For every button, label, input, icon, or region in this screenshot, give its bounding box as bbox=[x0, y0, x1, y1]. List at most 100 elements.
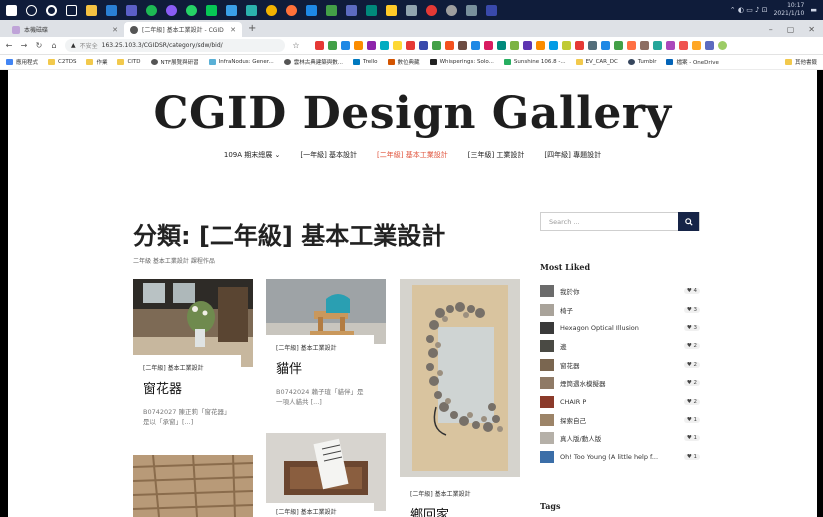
list-item[interactable]: 煙筒遇水模擬器 ♥ 2 bbox=[540, 374, 700, 392]
liked-post-title[interactable]: 煙筒遇水模擬器 bbox=[560, 378, 678, 388]
bookmark-item[interactable]: 雲林古典建築與數... bbox=[283, 58, 343, 66]
extension-icon[interactable] bbox=[393, 41, 402, 50]
extension-icon[interactable] bbox=[497, 41, 506, 50]
app-icon[interactable] bbox=[306, 4, 317, 16]
post-thumbnail[interactable] bbox=[540, 303, 554, 316]
bookmark-item[interactable]: 檔案 - OneDrive bbox=[666, 58, 719, 66]
liked-post-title[interactable]: Oh! Too Young (A little help f... bbox=[560, 453, 678, 461]
post-title[interactable]: 窗花器 bbox=[143, 378, 231, 397]
post-category[interactable]: [二年級] 基本工業設計 bbox=[276, 343, 364, 352]
bookmark-item[interactable]: 作業 bbox=[86, 58, 107, 66]
extension-icon[interactable] bbox=[536, 41, 545, 50]
windows-icon[interactable] bbox=[6, 4, 17, 16]
messenger-icon[interactable] bbox=[166, 4, 177, 16]
nav-item-year-4[interactable]: [四年級] 專題設計 bbox=[544, 150, 601, 160]
bookmark-item[interactable]: EV_CAR_DC bbox=[575, 59, 618, 65]
post-thumbnail[interactable] bbox=[540, 395, 554, 408]
liked-post-title[interactable]: 窗花器 bbox=[560, 360, 678, 370]
extension-icon[interactable] bbox=[341, 41, 350, 50]
liked-post-title[interactable]: 探索自己 bbox=[560, 415, 678, 425]
post-thumbnail[interactable] bbox=[540, 340, 554, 353]
app-icon[interactable] bbox=[346, 4, 357, 16]
app-icon[interactable] bbox=[386, 4, 397, 16]
post-title[interactable]: 鄉回家 bbox=[410, 504, 498, 517]
extension-icon[interactable] bbox=[705, 41, 714, 50]
post-card[interactable]: [二年級] 基本工業設計 bbox=[266, 433, 386, 517]
profile-avatar-icon[interactable] bbox=[718, 41, 727, 50]
app-icon[interactable] bbox=[426, 4, 437, 16]
list-item[interactable]: CHAIR P ♥ 2 bbox=[540, 392, 700, 410]
extension-icon[interactable] bbox=[380, 41, 389, 50]
bookmark-item[interactable]: Whisperings: Solo... bbox=[429, 59, 494, 65]
home-icon[interactable]: ⌂ bbox=[50, 41, 58, 50]
tab-local-disk[interactable]: 本機磁碟 ✕ bbox=[6, 22, 124, 37]
extension-icon[interactable] bbox=[679, 41, 688, 50]
bookmark-item[interactable]: 數位典藏 bbox=[387, 58, 420, 66]
extension-icon[interactable] bbox=[484, 41, 493, 50]
liked-post-title[interactable]: 邊 bbox=[560, 341, 678, 351]
firefox-icon[interactable] bbox=[286, 4, 297, 16]
site-title[interactable]: CGID Design Gallery bbox=[8, 88, 817, 139]
post-thumbnail[interactable] bbox=[540, 358, 554, 371]
extension-icon[interactable] bbox=[328, 41, 337, 50]
nav-item-year-3[interactable]: [三年級] 工業設計 bbox=[468, 150, 525, 160]
list-item[interactable]: 我於你 ♥ 4 bbox=[540, 282, 700, 300]
tab-cgid[interactable]: [二年級] 基本工業設計 - CGID ✕ bbox=[124, 22, 242, 37]
extension-icon[interactable] bbox=[315, 41, 324, 50]
extension-icon[interactable] bbox=[614, 41, 623, 50]
bookmark-item[interactable]: CITD bbox=[117, 59, 141, 65]
search-input[interactable]: Search ... bbox=[540, 212, 700, 231]
close-tab-icon[interactable]: ✕ bbox=[112, 26, 118, 34]
app-icon[interactable] bbox=[366, 4, 377, 16]
extension-icon[interactable] bbox=[458, 41, 467, 50]
search-icon[interactable] bbox=[26, 4, 37, 16]
extension-icon[interactable] bbox=[406, 41, 415, 50]
post-thumbnail[interactable] bbox=[540, 450, 554, 463]
post-thumbnail[interactable] bbox=[400, 279, 520, 477]
extension-icon[interactable] bbox=[653, 41, 662, 50]
bookmark-star-icon[interactable]: ☆ bbox=[292, 41, 300, 50]
app-icon[interactable] bbox=[406, 4, 417, 16]
minimize-icon[interactable]: – bbox=[769, 25, 773, 34]
reload-icon[interactable]: ↻ bbox=[35, 41, 43, 50]
app-icon[interactable] bbox=[446, 4, 457, 16]
close-window-icon[interactable]: ✕ bbox=[808, 25, 815, 34]
task-view-icon[interactable] bbox=[66, 4, 77, 16]
list-item[interactable]: 椅子 ♥ 3 bbox=[540, 300, 700, 318]
bookmark-item[interactable]: Sunshine 106.8 -... bbox=[503, 59, 566, 65]
extension-icon[interactable] bbox=[588, 41, 597, 50]
post-category[interactable]: [二年級] 基本工業設計 bbox=[276, 507, 364, 516]
list-item[interactable]: 真人版/動人版 ♥ 1 bbox=[540, 429, 700, 447]
app-icon[interactable] bbox=[466, 4, 477, 16]
liked-post-title[interactable]: Hexagon Optical Illusion bbox=[560, 324, 678, 332]
extension-icon[interactable] bbox=[575, 41, 584, 50]
back-icon[interactable]: ← bbox=[5, 41, 13, 50]
post-thumbnail[interactable] bbox=[133, 455, 253, 517]
maximize-icon[interactable]: ▢ bbox=[787, 25, 795, 34]
post-title[interactable]: 貓伴 bbox=[276, 358, 364, 377]
url-field[interactable]: ▲ 不安全 163.25.103.3/CGIDSR/category/sdw/b… bbox=[65, 39, 285, 52]
extension-icon[interactable] bbox=[354, 41, 363, 50]
liked-post-title[interactable]: CHAIR P bbox=[560, 398, 678, 406]
post-card[interactable]: [二年級] 基本工業設計 貓伴 B0742024 賴子瑄「貓伴」是一項人貓共 [… bbox=[266, 279, 386, 429]
nav-item-final-show[interactable]: 109A 期末總展 ⌄ bbox=[224, 150, 280, 160]
close-tab-icon[interactable]: ✕ bbox=[230, 26, 236, 34]
chrome-icon[interactable] bbox=[266, 4, 277, 16]
extension-icon[interactable] bbox=[432, 41, 441, 50]
extension-icon[interactable] bbox=[640, 41, 649, 50]
extension-icon[interactable] bbox=[510, 41, 519, 50]
post-thumbnail[interactable] bbox=[540, 413, 554, 426]
bookmark-item[interactable]: C2TDS bbox=[48, 59, 76, 65]
list-item[interactable]: 邊 ♥ 2 bbox=[540, 337, 700, 355]
extension-icon[interactable] bbox=[549, 41, 558, 50]
whatsapp-icon[interactable] bbox=[186, 4, 197, 16]
extension-icon[interactable] bbox=[471, 41, 480, 50]
extension-icon[interactable] bbox=[367, 41, 376, 50]
extension-icon[interactable] bbox=[419, 41, 428, 50]
bookmark-item[interactable]: NTF展覽與研習 bbox=[150, 58, 199, 66]
extension-icon[interactable] bbox=[523, 41, 532, 50]
app-icon[interactable] bbox=[246, 4, 257, 16]
bookmark-item[interactable]: 應用程式 bbox=[6, 58, 38, 66]
extension-icon[interactable] bbox=[627, 41, 636, 50]
list-item[interactable]: Hexagon Optical Illusion ♥ 3 bbox=[540, 319, 700, 337]
